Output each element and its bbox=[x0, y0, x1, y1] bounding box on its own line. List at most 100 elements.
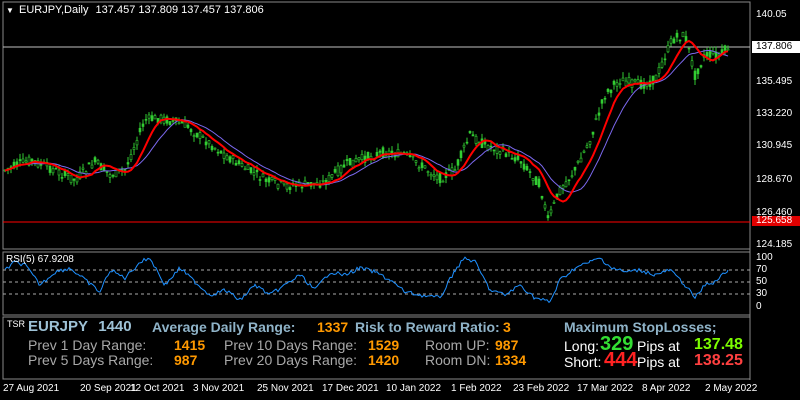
adr-label: Average Daily Range: bbox=[152, 319, 296, 335]
candle-body bbox=[207, 140, 211, 145]
candle-body bbox=[60, 177, 64, 179]
rsi-tick: 70 bbox=[756, 264, 768, 275]
short-price: 138.25 bbox=[694, 352, 743, 369]
long-price: 137.48 bbox=[694, 336, 743, 353]
prev10-value: 1529 bbox=[368, 337, 400, 353]
candle-body bbox=[495, 146, 499, 154]
candle-body bbox=[564, 181, 568, 188]
candle-body bbox=[90, 164, 94, 169]
candle-body bbox=[627, 77, 631, 84]
candle-body bbox=[96, 159, 100, 164]
candle-body bbox=[270, 176, 274, 180]
rsi-tick: 30 bbox=[756, 288, 768, 299]
candle-body bbox=[87, 162, 91, 165]
candle-body bbox=[696, 68, 700, 75]
candle-body bbox=[489, 145, 493, 148]
candle-body bbox=[327, 175, 331, 182]
room-dn-label: Room DN: bbox=[425, 352, 491, 368]
candle-body bbox=[213, 147, 217, 150]
candle-body bbox=[129, 154, 133, 160]
candle-body bbox=[138, 127, 142, 133]
candle-body bbox=[666, 45, 670, 53]
candle-body bbox=[456, 159, 460, 166]
candle-body bbox=[432, 174, 436, 177]
candle-body bbox=[669, 38, 673, 44]
candle-body bbox=[588, 141, 592, 145]
candle-body bbox=[219, 150, 223, 154]
candle-body bbox=[360, 154, 364, 160]
candle-body bbox=[342, 164, 346, 168]
candle-body bbox=[198, 132, 202, 139]
candle-body bbox=[603, 97, 607, 100]
price-panel-frame bbox=[2, 1, 751, 250]
date-tick: 2 May 2022 bbox=[705, 383, 758, 394]
candle-body bbox=[81, 167, 85, 170]
prev20-label: Prev 20 Days Range: bbox=[224, 352, 358, 368]
candle-body bbox=[459, 150, 463, 158]
prev10-label: Prev 10 Days Range: bbox=[224, 337, 358, 353]
short-pips: 444 bbox=[604, 349, 638, 371]
candle-body bbox=[177, 122, 181, 125]
candle-body bbox=[24, 160, 28, 163]
candle-body bbox=[618, 83, 622, 85]
candle-body bbox=[510, 158, 514, 160]
candle-body bbox=[687, 47, 691, 50]
candle-body bbox=[591, 131, 595, 135]
candle-body bbox=[426, 171, 430, 173]
room-up-value: 987 bbox=[495, 337, 519, 353]
candle-body bbox=[300, 186, 304, 189]
candle-body bbox=[465, 141, 469, 144]
candle-body bbox=[453, 169, 457, 172]
candle-body bbox=[420, 162, 424, 168]
chart-window[interactable]: ▼ EURJPY,Daily 137.457 137.809 137.457 1… bbox=[0, 0, 800, 400]
candle-body bbox=[576, 160, 580, 163]
tsr-tag: TSR bbox=[7, 319, 25, 329]
prev1-label: Prev 1 Day Range: bbox=[28, 337, 147, 353]
candle-body bbox=[609, 89, 613, 94]
candle-body bbox=[243, 168, 247, 171]
candle-body bbox=[345, 159, 349, 161]
candle-body bbox=[21, 158, 25, 163]
candle-body bbox=[606, 88, 610, 92]
candle-body bbox=[48, 165, 52, 173]
candle-body bbox=[573, 166, 577, 171]
candle-body bbox=[468, 130, 472, 134]
adr-value: 1337 bbox=[317, 319, 349, 335]
tsr-symbol: EURJPY 1440 bbox=[28, 318, 132, 335]
candle-body bbox=[51, 168, 55, 174]
prev5-value: 987 bbox=[174, 352, 198, 368]
candle-body bbox=[318, 185, 322, 188]
candle-body bbox=[675, 32, 679, 38]
candle-body bbox=[336, 165, 340, 177]
candle-body bbox=[615, 82, 619, 87]
candle-body bbox=[375, 152, 379, 157]
candle-body bbox=[462, 144, 466, 148]
long-row: Long: bbox=[564, 339, 599, 353]
price-tick: 140.05 bbox=[756, 9, 787, 20]
max-stoploss-label: Maximum StopLosses; bbox=[564, 319, 717, 335]
candle-body bbox=[558, 187, 562, 195]
dropdown-triangle-icon[interactable]: ▼ bbox=[6, 6, 14, 15]
candlestick-series[interactable] bbox=[3, 29, 730, 221]
date-tick: 27 Aug 2021 bbox=[3, 383, 60, 394]
candle-body bbox=[552, 202, 556, 204]
candle-body bbox=[237, 160, 241, 165]
candle-body bbox=[579, 157, 583, 163]
candle-body bbox=[519, 161, 523, 164]
candle-body bbox=[93, 157, 97, 163]
candle-body bbox=[234, 162, 238, 166]
candle-body bbox=[195, 132, 199, 138]
rsi-panel-frame bbox=[2, 251, 751, 316]
candle-body bbox=[333, 169, 337, 173]
rsi-tick: 100 bbox=[756, 252, 773, 263]
prev1-value: 1415 bbox=[174, 337, 206, 353]
candle-body bbox=[354, 158, 358, 163]
candle-body bbox=[663, 58, 667, 61]
candle-body bbox=[633, 79, 637, 82]
date-tick: 10 Jan 2022 bbox=[386, 383, 442, 394]
candle-body bbox=[231, 155, 235, 160]
candle-body bbox=[150, 115, 154, 121]
candle-body bbox=[273, 178, 277, 181]
candle-body bbox=[660, 61, 664, 68]
candle-body bbox=[624, 80, 628, 87]
